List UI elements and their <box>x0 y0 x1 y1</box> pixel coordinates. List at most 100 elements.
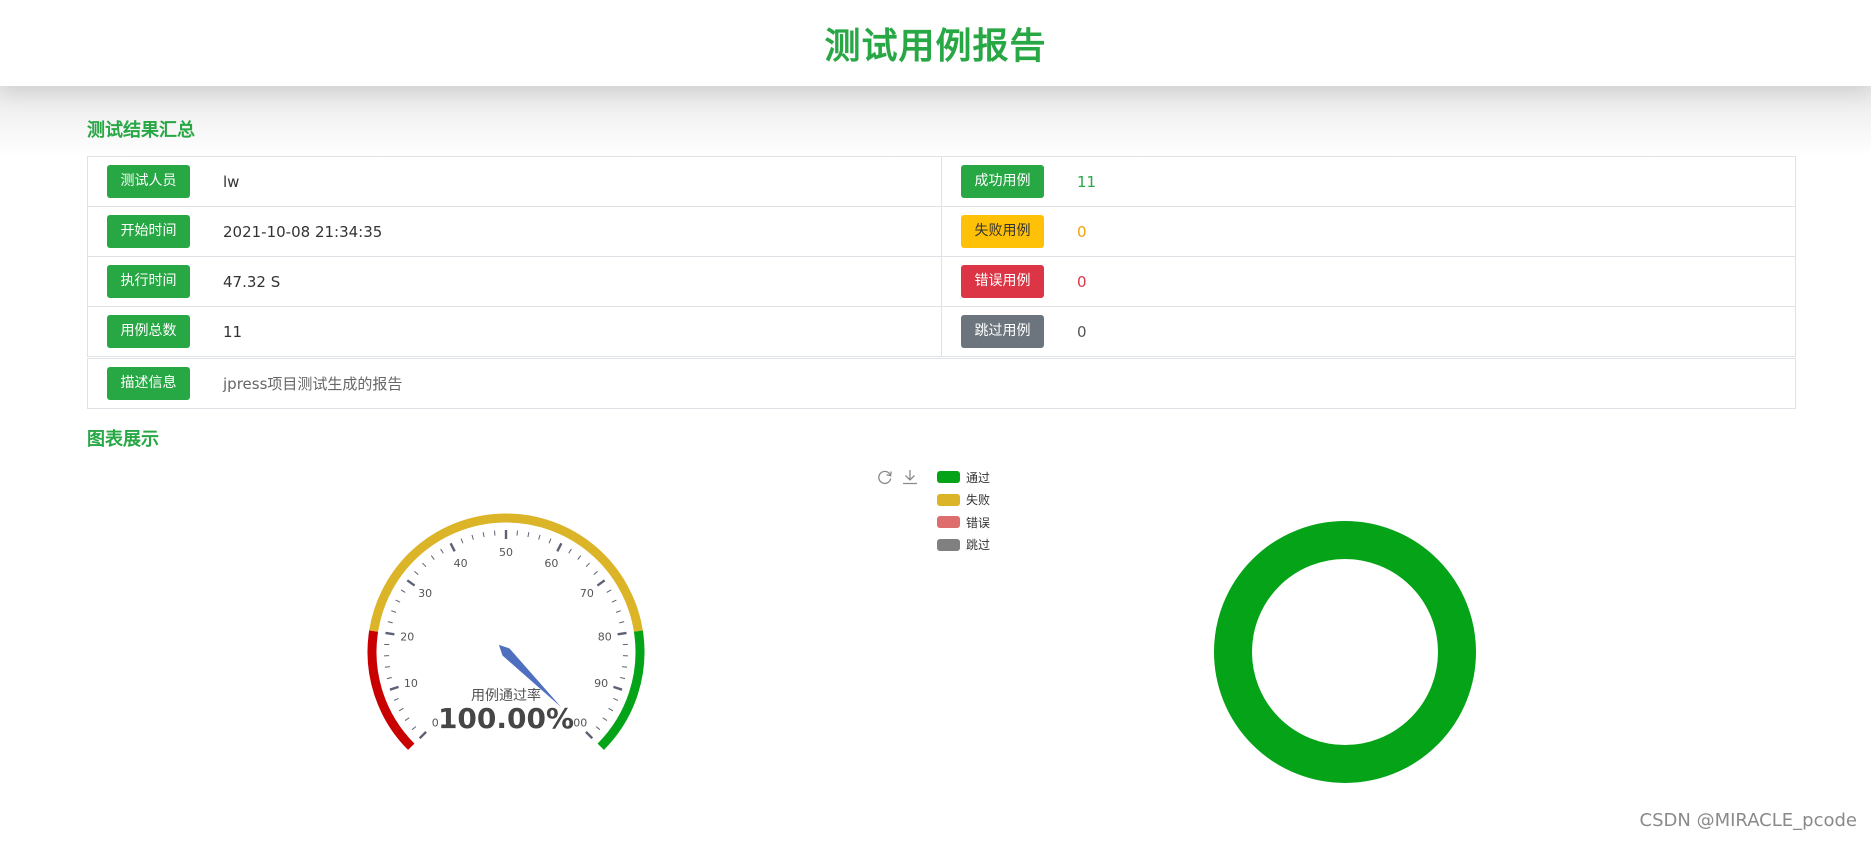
skipped-label-badge: 跳过用例 <box>961 315 1044 348</box>
gauge-minor-tick <box>440 548 444 554</box>
gauge-minor-tick <box>613 698 619 701</box>
legend-item-skip[interactable]: 跳过 <box>937 534 990 557</box>
gauge-minor-tick <box>387 621 393 624</box>
gauge-major-tick <box>556 542 563 552</box>
summary-row-error: 错误用例 0 <box>942 257 1795 307</box>
gauge-minor-tick <box>395 599 401 603</box>
gauge-tick-label: 90 <box>594 677 608 690</box>
summary-row-passed: 成功用例 11 <box>942 157 1795 207</box>
legend-item-error[interactable]: 错误 <box>937 511 990 534</box>
gauge-tick-label: 60 <box>544 557 558 570</box>
gauge-major-tick <box>418 731 427 740</box>
gauge-minor-tick <box>538 534 541 540</box>
gauge-tick-label: 70 <box>580 587 594 600</box>
gauge-minor-tick <box>622 666 628 668</box>
failed-value: 0 <box>1077 222 1087 241</box>
pass-rate-gauge: 0102030405060708090100用例通过率100.00% <box>367 513 645 750</box>
legend-label-skip: 跳过 <box>966 538 991 553</box>
gauge-major-tick <box>617 631 627 636</box>
legend-item-pass[interactable]: 通过 <box>937 466 990 489</box>
total-value: 11 <box>223 322 243 341</box>
duration-value: 47.32 S <box>223 272 281 291</box>
result-donut-chart <box>1214 521 1476 783</box>
legend-label-error: 错误 <box>966 515 991 530</box>
gauge-minor-tick <box>393 698 399 701</box>
gauge-tick-label: 80 <box>598 630 612 643</box>
gauge-major-tick <box>385 631 395 636</box>
gauge-minor-tick <box>577 555 582 560</box>
failed-label-badge: 失败用例 <box>961 215 1044 248</box>
gauge-minor-tick <box>460 538 464 544</box>
gauge-tick-label: 30 <box>418 587 432 600</box>
passed-value: 11 <box>1077 172 1097 191</box>
gauge-minor-tick <box>619 621 625 624</box>
charts-section-title: 图表展示 <box>87 429 159 450</box>
gauge-major-tick <box>596 579 606 587</box>
legend-swatch-error <box>937 516 960 529</box>
gauge-minor-tick <box>585 562 590 568</box>
summary-section-title: 测试结果汇总 <box>87 120 195 141</box>
report-header: 测试用例报告 <box>0 0 1871 86</box>
refresh-icon[interactable] <box>876 468 894 486</box>
donut-slice-通过[interactable] <box>1214 521 1476 783</box>
watermark: CSDN @MIRACLE_pcode <box>1639 810 1857 831</box>
gauge-minor-tick <box>482 532 485 538</box>
gauge-minor-tick <box>606 589 612 593</box>
legend-label-fail: 失败 <box>966 493 991 508</box>
gauge-minor-tick <box>608 707 614 712</box>
summary-row-duration: 执行时间 47.32 S <box>88 257 941 307</box>
summary-right-column: 成功用例 11 失败用例 0 错误用例 0 跳过用例 0 <box>941 157 1795 357</box>
gauge-minor-tick <box>593 570 598 576</box>
page-title: 测试用例报告 <box>824 26 1047 67</box>
start-time-value: 2021-10-08 21:34:35 <box>223 222 383 241</box>
legend-item-fail[interactable]: 失败 <box>937 489 990 512</box>
summary-row-total: 用例总数 11 <box>88 307 941 357</box>
gauge-minor-tick <box>620 677 626 680</box>
download-icon[interactable] <box>901 468 919 486</box>
gauge-minor-tick <box>568 548 572 554</box>
summary-table: 测试人员 lw 开始时间 2021-10-08 21:34:35 执行时间 47… <box>87 156 1796 409</box>
legend-swatch-fail <box>937 493 960 506</box>
total-label-badge: 用例总数 <box>107 315 190 348</box>
gauge-major-tick <box>613 685 623 691</box>
tester-label-badge: 测试人员 <box>107 165 190 198</box>
summary-row-skipped: 跳过用例 0 <box>942 307 1795 357</box>
description-value: jpress项目测试生成的报告 <box>223 375 403 393</box>
summary-row-failed: 失败用例 0 <box>942 207 1795 257</box>
gauge-minor-tick <box>404 717 410 721</box>
summary-row-tester: 测试人员 lw <box>88 157 941 207</box>
legend-label-pass: 通过 <box>966 470 991 485</box>
chart-legend: 通过 失败 错误 跳过 <box>937 466 990 556</box>
summary-row-description: 描述信息 jpress项目测试生成的报告 <box>87 358 1796 409</box>
gauge-tick-label: 50 <box>499 546 513 559</box>
gauge-minor-tick <box>430 555 435 560</box>
gauge-tick-label: 10 <box>404 677 418 690</box>
description-label-badge: 描述信息 <box>107 367 190 400</box>
tester-value: lw <box>223 172 240 191</box>
gauge-tick-label: 20 <box>400 630 414 643</box>
gauge-minor-tick <box>400 589 406 593</box>
gauge-tick-label: 40 <box>454 557 468 570</box>
duration-label-badge: 执行时间 <box>107 265 190 298</box>
summary-left-column: 测试人员 lw 开始时间 2021-10-08 21:34:35 执行时间 47… <box>88 157 941 357</box>
gauge-major-tick <box>585 731 594 740</box>
gauge-minor-tick <box>414 570 419 576</box>
passed-label-badge: 成功用例 <box>961 165 1044 198</box>
legend-swatch-skip <box>937 538 960 551</box>
gauge-minor-tick <box>527 532 530 538</box>
gauge-minor-tick <box>548 538 552 544</box>
gauge-minor-tick <box>386 677 392 680</box>
gauge-minor-tick <box>615 610 621 613</box>
header-shadow <box>0 86 1871 156</box>
gauge-minor-tick <box>422 562 427 568</box>
gauge-minor-tick <box>611 599 617 603</box>
start-time-label-badge: 开始时间 <box>107 215 190 248</box>
gauge-minor-tick <box>391 610 397 613</box>
error-label-badge: 错误用例 <box>961 265 1044 298</box>
gauge-minor-tick <box>411 726 417 731</box>
gauge-value-text: 100.00% <box>438 702 574 735</box>
error-value: 0 <box>1077 272 1087 291</box>
gauge-major-tick <box>449 542 456 552</box>
gauge-minor-tick <box>398 707 404 712</box>
gauge-major-tick <box>389 685 399 691</box>
